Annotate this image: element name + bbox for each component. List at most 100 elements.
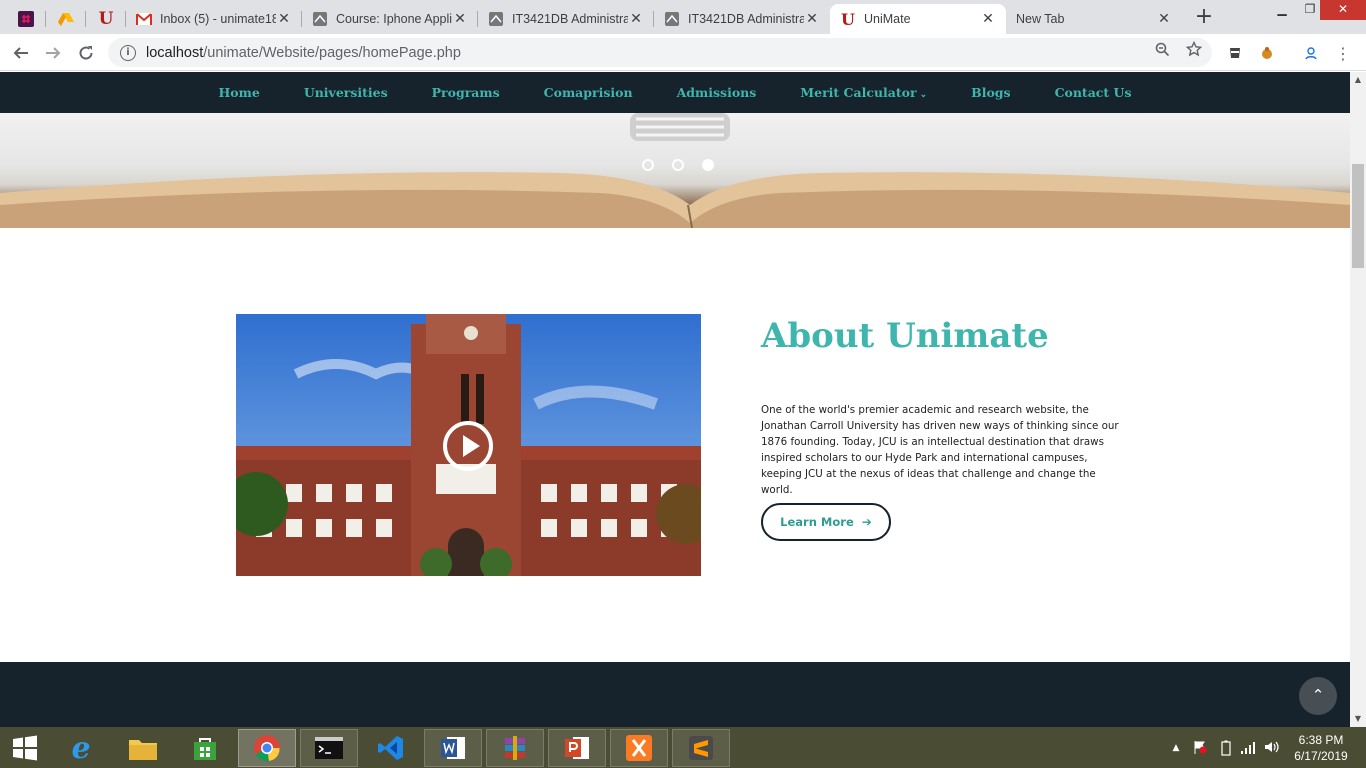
play-icon[interactable] bbox=[443, 421, 493, 471]
about-video-thumbnail[interactable] bbox=[236, 314, 701, 576]
taskbar-word[interactable] bbox=[424, 729, 482, 767]
taskbar-chrome[interactable] bbox=[238, 729, 296, 767]
arrow-left-icon bbox=[13, 47, 28, 59]
internet-explorer-icon: e bbox=[71, 730, 91, 766]
nav-comparison[interactable]: Comaprision bbox=[544, 85, 633, 100]
bookmark-star-icon[interactable] bbox=[1185, 40, 1203, 58]
site-navbar: Home Universities Programs Comaprision A… bbox=[0, 72, 1350, 113]
nav-universities[interactable]: Universities bbox=[304, 85, 388, 100]
powerpoint-icon bbox=[565, 737, 589, 759]
tab-title: Course: Iphone Appli bbox=[336, 12, 452, 26]
close-icon[interactable]: ✕ bbox=[804, 11, 820, 27]
browser-tabstrip: U Inbox (5) - unimate18 ✕ Course: Iphone… bbox=[0, 0, 1366, 34]
taskbar-command-prompt[interactable] bbox=[300, 729, 358, 767]
footer-section bbox=[0, 662, 1350, 727]
close-icon[interactable]: ✕ bbox=[628, 11, 644, 27]
tab-inbox[interactable]: Inbox (5) - unimate18 ✕ bbox=[126, 4, 302, 34]
scroll-up-arrow[interactable]: ▲ bbox=[1350, 72, 1366, 88]
hero-slider bbox=[0, 113, 1350, 228]
taskbar-sublime[interactable] bbox=[672, 729, 730, 767]
moodle-icon bbox=[488, 11, 504, 27]
tab-title: UniMate bbox=[864, 12, 911, 26]
tray-expand-icon[interactable]: ▲ bbox=[1168, 740, 1184, 756]
tab-title: Inbox (5) - unimate18 bbox=[160, 12, 276, 26]
new-tab-button[interactable]: + bbox=[1192, 6, 1216, 30]
windows-logo-icon bbox=[13, 735, 37, 761]
chrome-icon bbox=[254, 735, 280, 762]
zoom-icon[interactable] bbox=[1153, 40, 1171, 58]
taskbar-powerpoint[interactable] bbox=[548, 729, 606, 767]
about-title: About Unimate bbox=[761, 316, 1049, 356]
store-icon bbox=[194, 738, 216, 760]
nav-contact-us[interactable]: Contact Us bbox=[1055, 85, 1132, 100]
nav-merit-calculator[interactable]: Merit Calculator ⌄ bbox=[800, 85, 927, 100]
taskbar-vscode[interactable] bbox=[362, 729, 420, 767]
close-icon[interactable]: ✕ bbox=[452, 11, 468, 27]
drive-icon bbox=[58, 13, 74, 26]
taskbar-file-explorer[interactable] bbox=[114, 729, 172, 767]
nav-blogs[interactable]: Blogs bbox=[971, 85, 1010, 100]
reload-icon bbox=[79, 46, 93, 60]
pinned-tab-drive[interactable] bbox=[46, 4, 86, 34]
scroll-down-arrow[interactable]: ▼ bbox=[1350, 711, 1366, 727]
learn-more-button[interactable]: Learn More ➔ bbox=[761, 503, 891, 541]
tab-new-tab[interactable]: New Tab ✕ bbox=[1006, 4, 1182, 34]
close-icon[interactable]: ✕ bbox=[276, 11, 292, 27]
sublime-text-icon bbox=[689, 736, 713, 760]
address-bar[interactable]: i localhost/unimate/Website/pages/homePa… bbox=[108, 38, 1212, 67]
nav-merit-calculator-label: Merit Calculator bbox=[800, 85, 917, 100]
tab-it3421-2[interactable]: IT3421DB Administra ✕ bbox=[654, 4, 830, 34]
tab-course[interactable]: Course: Iphone Appli ✕ bbox=[302, 4, 478, 34]
taskbar-winrar[interactable] bbox=[486, 729, 544, 767]
network-signal-icon[interactable] bbox=[1240, 740, 1256, 756]
word-icon bbox=[441, 737, 465, 759]
info-icon[interactable]: i bbox=[120, 44, 136, 61]
reload-button[interactable] bbox=[73, 40, 99, 66]
menu-kebab-icon[interactable]: ⋮ bbox=[1334, 44, 1352, 63]
window-close-button[interactable]: ✕ bbox=[1320, 0, 1366, 20]
scroll-thumb[interactable] bbox=[1352, 164, 1364, 268]
page-viewport: Home Universities Programs Comaprision A… bbox=[0, 72, 1350, 727]
tab-title: IT3421DB Administra bbox=[512, 12, 628, 26]
learn-more-label: Learn More bbox=[780, 515, 854, 529]
extension-bag-icon[interactable] bbox=[1258, 44, 1276, 62]
clock-time: 6:38 PM bbox=[1298, 733, 1344, 747]
folder-icon bbox=[129, 740, 157, 760]
tab-unimate[interactable]: U UniMate ✕ bbox=[830, 4, 1006, 34]
nav-programs[interactable]: Programs bbox=[432, 85, 500, 100]
gmail-icon bbox=[136, 11, 152, 27]
about-description: One of the world's premier academic and … bbox=[761, 404, 1119, 496]
system-clock[interactable]: 6:38 PM 6/17/2019 bbox=[1286, 732, 1356, 764]
scroll-to-top-button[interactable]: ⌃ bbox=[1299, 677, 1337, 715]
taskbar-store[interactable] bbox=[176, 729, 234, 767]
extension-profile-icon[interactable] bbox=[1302, 44, 1320, 62]
start-button[interactable] bbox=[0, 729, 50, 767]
tab-it3421-1[interactable]: IT3421DB Administra ✕ bbox=[478, 4, 654, 34]
close-icon[interactable]: ✕ bbox=[1156, 11, 1172, 27]
arrow-right-icon: ➔ bbox=[861, 515, 872, 529]
chevron-down-icon: ⌄ bbox=[919, 90, 928, 100]
page-scrollbar[interactable]: ▲ ▼ bbox=[1350, 72, 1366, 727]
battery-icon[interactable] bbox=[1218, 740, 1234, 756]
pinned-tab-unimate[interactable]: U bbox=[86, 4, 126, 34]
taskbar-xampp[interactable] bbox=[610, 729, 668, 767]
forward-button[interactable] bbox=[40, 40, 66, 66]
xampp-icon bbox=[626, 735, 652, 761]
taskbar-internet-explorer[interactable]: e bbox=[52, 729, 110, 767]
extension-cup-icon[interactable] bbox=[1226, 44, 1244, 62]
unimate-icon: U bbox=[841, 9, 855, 29]
slider-dot-1[interactable] bbox=[642, 159, 654, 171]
back-button[interactable] bbox=[8, 40, 34, 66]
unimate-icon: U bbox=[98, 9, 114, 29]
volume-icon[interactable] bbox=[1264, 740, 1280, 756]
pinned-tab-slack[interactable] bbox=[6, 4, 46, 34]
minimize-button[interactable]: ▁ bbox=[1268, 0, 1296, 20]
nav-admissions[interactable]: Admissions bbox=[677, 85, 757, 100]
slider-dot-2[interactable] bbox=[672, 159, 684, 171]
tab-title: New Tab bbox=[1016, 12, 1065, 26]
slider-dot-3[interactable] bbox=[702, 159, 714, 171]
nav-home[interactable]: Home bbox=[218, 85, 259, 100]
close-icon[interactable]: ✕ bbox=[980, 11, 996, 27]
moodle-icon bbox=[664, 11, 680, 27]
tray-flag-icon[interactable] bbox=[1192, 740, 1208, 756]
